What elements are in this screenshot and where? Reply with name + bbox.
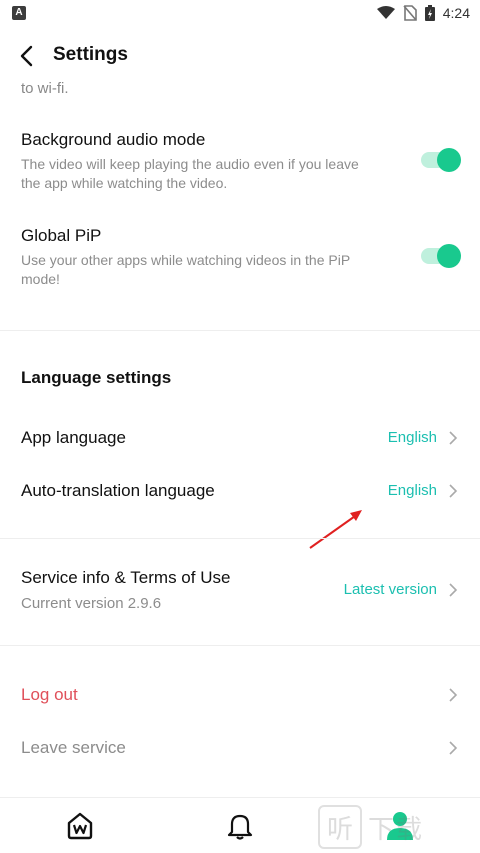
chevron-right-icon [449,431,458,445]
app-language-label: App language [21,428,126,447]
bell-icon [227,814,253,840]
setting-title: Global PiP [21,226,102,245]
setting-description: Use your other apps while watching video… [21,252,350,287]
global-pip-toggle[interactable] [421,244,461,268]
toggle-knob [437,244,461,268]
chevron-right-icon [449,688,458,702]
notification-icon: A [12,6,26,20]
watermark-text: 下载 [368,813,425,844]
watermark: 听 下载 [318,804,480,850]
auto-translation-row[interactable]: Auto-translation language English [0,467,480,515]
setting-description: The video will keep playing the audio ev… [21,156,359,191]
logout-row[interactable]: Log out [0,671,480,719]
setting-background-audio: Background audio mode The video will kee… [0,128,480,198]
current-version-text: Current version 2.9.6 [21,595,162,612]
tab-notifications[interactable] [220,806,260,846]
home-icon [67,812,93,840]
chevron-right-icon [449,484,458,498]
watermark-logo: 听 [318,805,362,849]
status-icons: 4:24 [376,3,470,23]
service-info-value: Latest version [343,581,437,598]
clock: 4:24 [442,5,470,21]
battery-icon [424,5,435,21]
page-title: Settings [53,44,128,65]
app-language-value: English [387,429,437,446]
app-language-row[interactable]: App language English [0,414,480,462]
logout-label: Log out [21,685,78,704]
previous-setting-desc: to wi-fi. [21,80,69,97]
leave-service-row[interactable]: Leave service [0,724,480,772]
section-heading-language: Language settings [21,368,172,387]
service-info-label: Service info & Terms of Use [21,568,231,587]
leave-service-label: Leave service [21,738,126,757]
background-audio-toggle[interactable] [421,148,461,172]
divider [0,330,480,331]
auto-translation-label: Auto-translation language [21,481,215,500]
status-bar: A 4:24 [0,0,480,26]
tab-home[interactable] [60,806,100,846]
chevron-right-icon [449,583,458,597]
setting-global-pip: Global PiP Use your other apps while wat… [0,224,480,294]
wifi-icon [376,6,395,19]
chevron-right-icon [449,741,458,755]
setting-title: Background audio mode [21,130,206,149]
back-arrow-icon [20,45,33,67]
back-button[interactable] [12,42,40,70]
service-info-row[interactable]: Service info & Terms of Use Current vers… [0,562,480,622]
divider [0,645,480,646]
no-sim-icon [403,5,417,21]
toggle-knob [437,148,461,172]
divider [0,538,480,539]
auto-translation-value: English [387,482,437,499]
header: Settings [0,30,480,82]
annotation-arrow-icon [309,510,362,549]
